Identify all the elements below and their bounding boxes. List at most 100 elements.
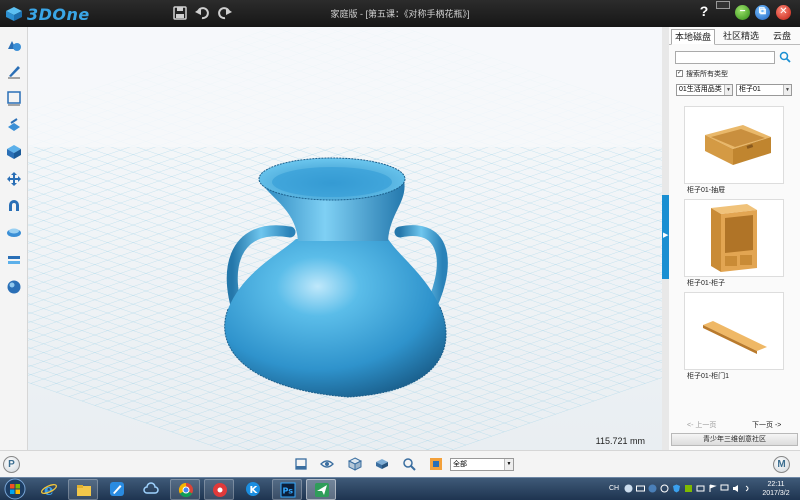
chevron-down-icon: ▼ [504,459,513,470]
filter-select[interactable]: 全部 ▼ [450,458,514,471]
compact-mode-button[interactable] [716,1,730,9]
3d-scene[interactable] [28,27,662,450]
chevron-down-icon: ▼ [783,85,791,95]
resource-library-panel: 本地磁盘 社区精选 云盘 ✓ 搜索所有类型 01生活用品类 ▼ 柜子01 ▼ 柜… [669,27,800,450]
view-plane-icon[interactable] [294,457,308,471]
k-app-icon: K [246,482,260,496]
collapse-panel-button[interactable]: ▶ [662,195,669,279]
tab-cloud[interactable]: 云盘 [767,29,797,45]
bottom-toolbar: P 全部 ▼ M [0,450,800,477]
chrome-icon [178,482,193,498]
monitor-icon[interactable] [720,484,729,493]
move-icon[interactable] [6,171,22,187]
library-item-drawer[interactable] [684,106,784,184]
security-icon[interactable] [684,484,693,493]
restore-button[interactable]: ⧉ [755,5,770,20]
sketch-edit-icon[interactable] [6,90,22,106]
view-cube-icon[interactable] [348,457,362,471]
filter-select-value: 全部 [453,461,467,468]
grid-fade [28,27,662,147]
taskbar-cloud[interactable] [136,479,166,500]
feature-extrude-icon[interactable] [6,117,22,133]
app-window: 3DOne 家庭版 - [第五课：《对称手柄花瓶》] ? − ⧉ ✕ 115.7… [0,0,800,500]
panel-splitter[interactable]: ▶ [662,27,669,450]
taskbar-music[interactable] [204,479,234,500]
category-select[interactable]: 01生活用品类 ▼ [676,84,733,96]
music-app-icon [213,483,227,497]
eye-icon[interactable] [320,457,334,471]
filter-icon[interactable] [429,457,443,471]
ime-icon[interactable] [624,484,633,493]
search-all-types-option: ✓ 搜索所有类型 [676,69,786,79]
svg-text:e: e [44,481,54,497]
prev-page-link[interactable]: <- 上一页 [687,420,716,430]
flag-icon[interactable] [708,484,717,493]
library-search-input[interactable] [675,51,775,64]
drawer-thumbnail [705,125,771,165]
clock[interactable]: 22:11 2017/3/2 [756,480,796,498]
special-features-icon[interactable] [6,144,22,160]
taskbar-ie[interactable]: e [34,479,64,500]
svg-text:Ps: Ps [283,487,294,496]
door-thumbnail [703,321,767,354]
settings-tray-icon[interactable] [660,484,669,493]
photoshop-icon: Ps [280,482,296,498]
community-button[interactable]: 青少年三维创意社区 [671,433,798,446]
restore-icon: ⧉ [758,6,767,17]
render-mode-icon[interactable] [375,457,389,471]
pattern-icon[interactable] [6,252,22,268]
document-title: 家庭版 - [第五课：《对称手柄花瓶》] [330,9,470,19]
tab-community[interactable]: 社区精选 [719,29,763,45]
system-tray: CH 22:11 2017/3/2 [606,478,800,500]
taskbar-3done[interactable] [306,479,336,500]
basic-solids-icon[interactable] [6,37,22,53]
minimize-button[interactable]: − [735,5,750,20]
svg-text:K: K [250,485,259,496]
sketch-pen-icon[interactable] [6,63,22,79]
library-item-door[interactable] [684,292,784,370]
help-button[interactable]: ? [697,3,711,21]
measurement-readout: 115.721 mm [595,436,645,446]
taskbar-app-pen[interactable] [102,479,132,500]
render-material-icon[interactable] [6,279,22,295]
shield-icon[interactable] [672,484,681,493]
library-tabs: 本地磁盘 社区精选 云盘 [669,29,800,45]
tab-local-disk[interactable]: 本地磁盘 [671,29,715,45]
language-indicator[interactable]: CH [609,485,619,492]
subcategory-select-value: 柜子01 [739,86,761,93]
vase-model[interactable] [224,157,448,398]
next-page-link[interactable]: 下一页 -> [752,420,781,430]
face-offset-icon[interactable] [6,225,22,241]
taskbar-chrome[interactable] [170,479,200,500]
combine-icon[interactable] [6,198,22,214]
network-icon[interactable] [696,484,705,493]
left-corner-badge[interactable]: P [3,456,20,473]
library-item-label: 柜子01-柜子 [687,280,726,287]
3d-viewport[interactable]: 115.721 mm [28,27,662,450]
search-all-types-label: 搜索所有类型 [686,71,728,78]
search-icon[interactable] [779,51,791,63]
3done-app-icon [315,483,329,497]
zoom-icon[interactable] [402,457,416,471]
library-item-cabinet[interactable] [684,199,784,277]
cloud-app-icon [143,482,159,494]
clock-time: 22:11 [767,481,785,488]
taskbar-explorer[interactable] [68,479,98,500]
ie-icon: e [41,481,57,497]
keyboard-icon[interactable] [636,484,645,493]
taskbar-k-app[interactable]: K [238,479,268,500]
close-button[interactable]: ✕ [776,5,791,20]
windows-taskbar: e K Ps CH 22:11 2017/3/2 [0,477,800,500]
help-tray-icon[interactable] [648,484,657,493]
taskbar-photoshop[interactable]: Ps [272,479,302,500]
search-all-types-checkbox[interactable]: ✓ [676,70,683,77]
folder-icon [77,485,91,496]
speaker-icon[interactable] [732,484,741,493]
chevron-right-icon: ▶ [663,232,669,239]
volume-icon[interactable] [744,484,753,493]
start-button-icon[interactable] [3,478,27,500]
right-corner-badge[interactable]: M [773,456,790,473]
library-item-label: 柜子01-抽屉 [687,187,726,194]
chevron-down-icon: ▼ [724,85,732,95]
subcategory-select[interactable]: 柜子01 ▼ [736,84,792,96]
